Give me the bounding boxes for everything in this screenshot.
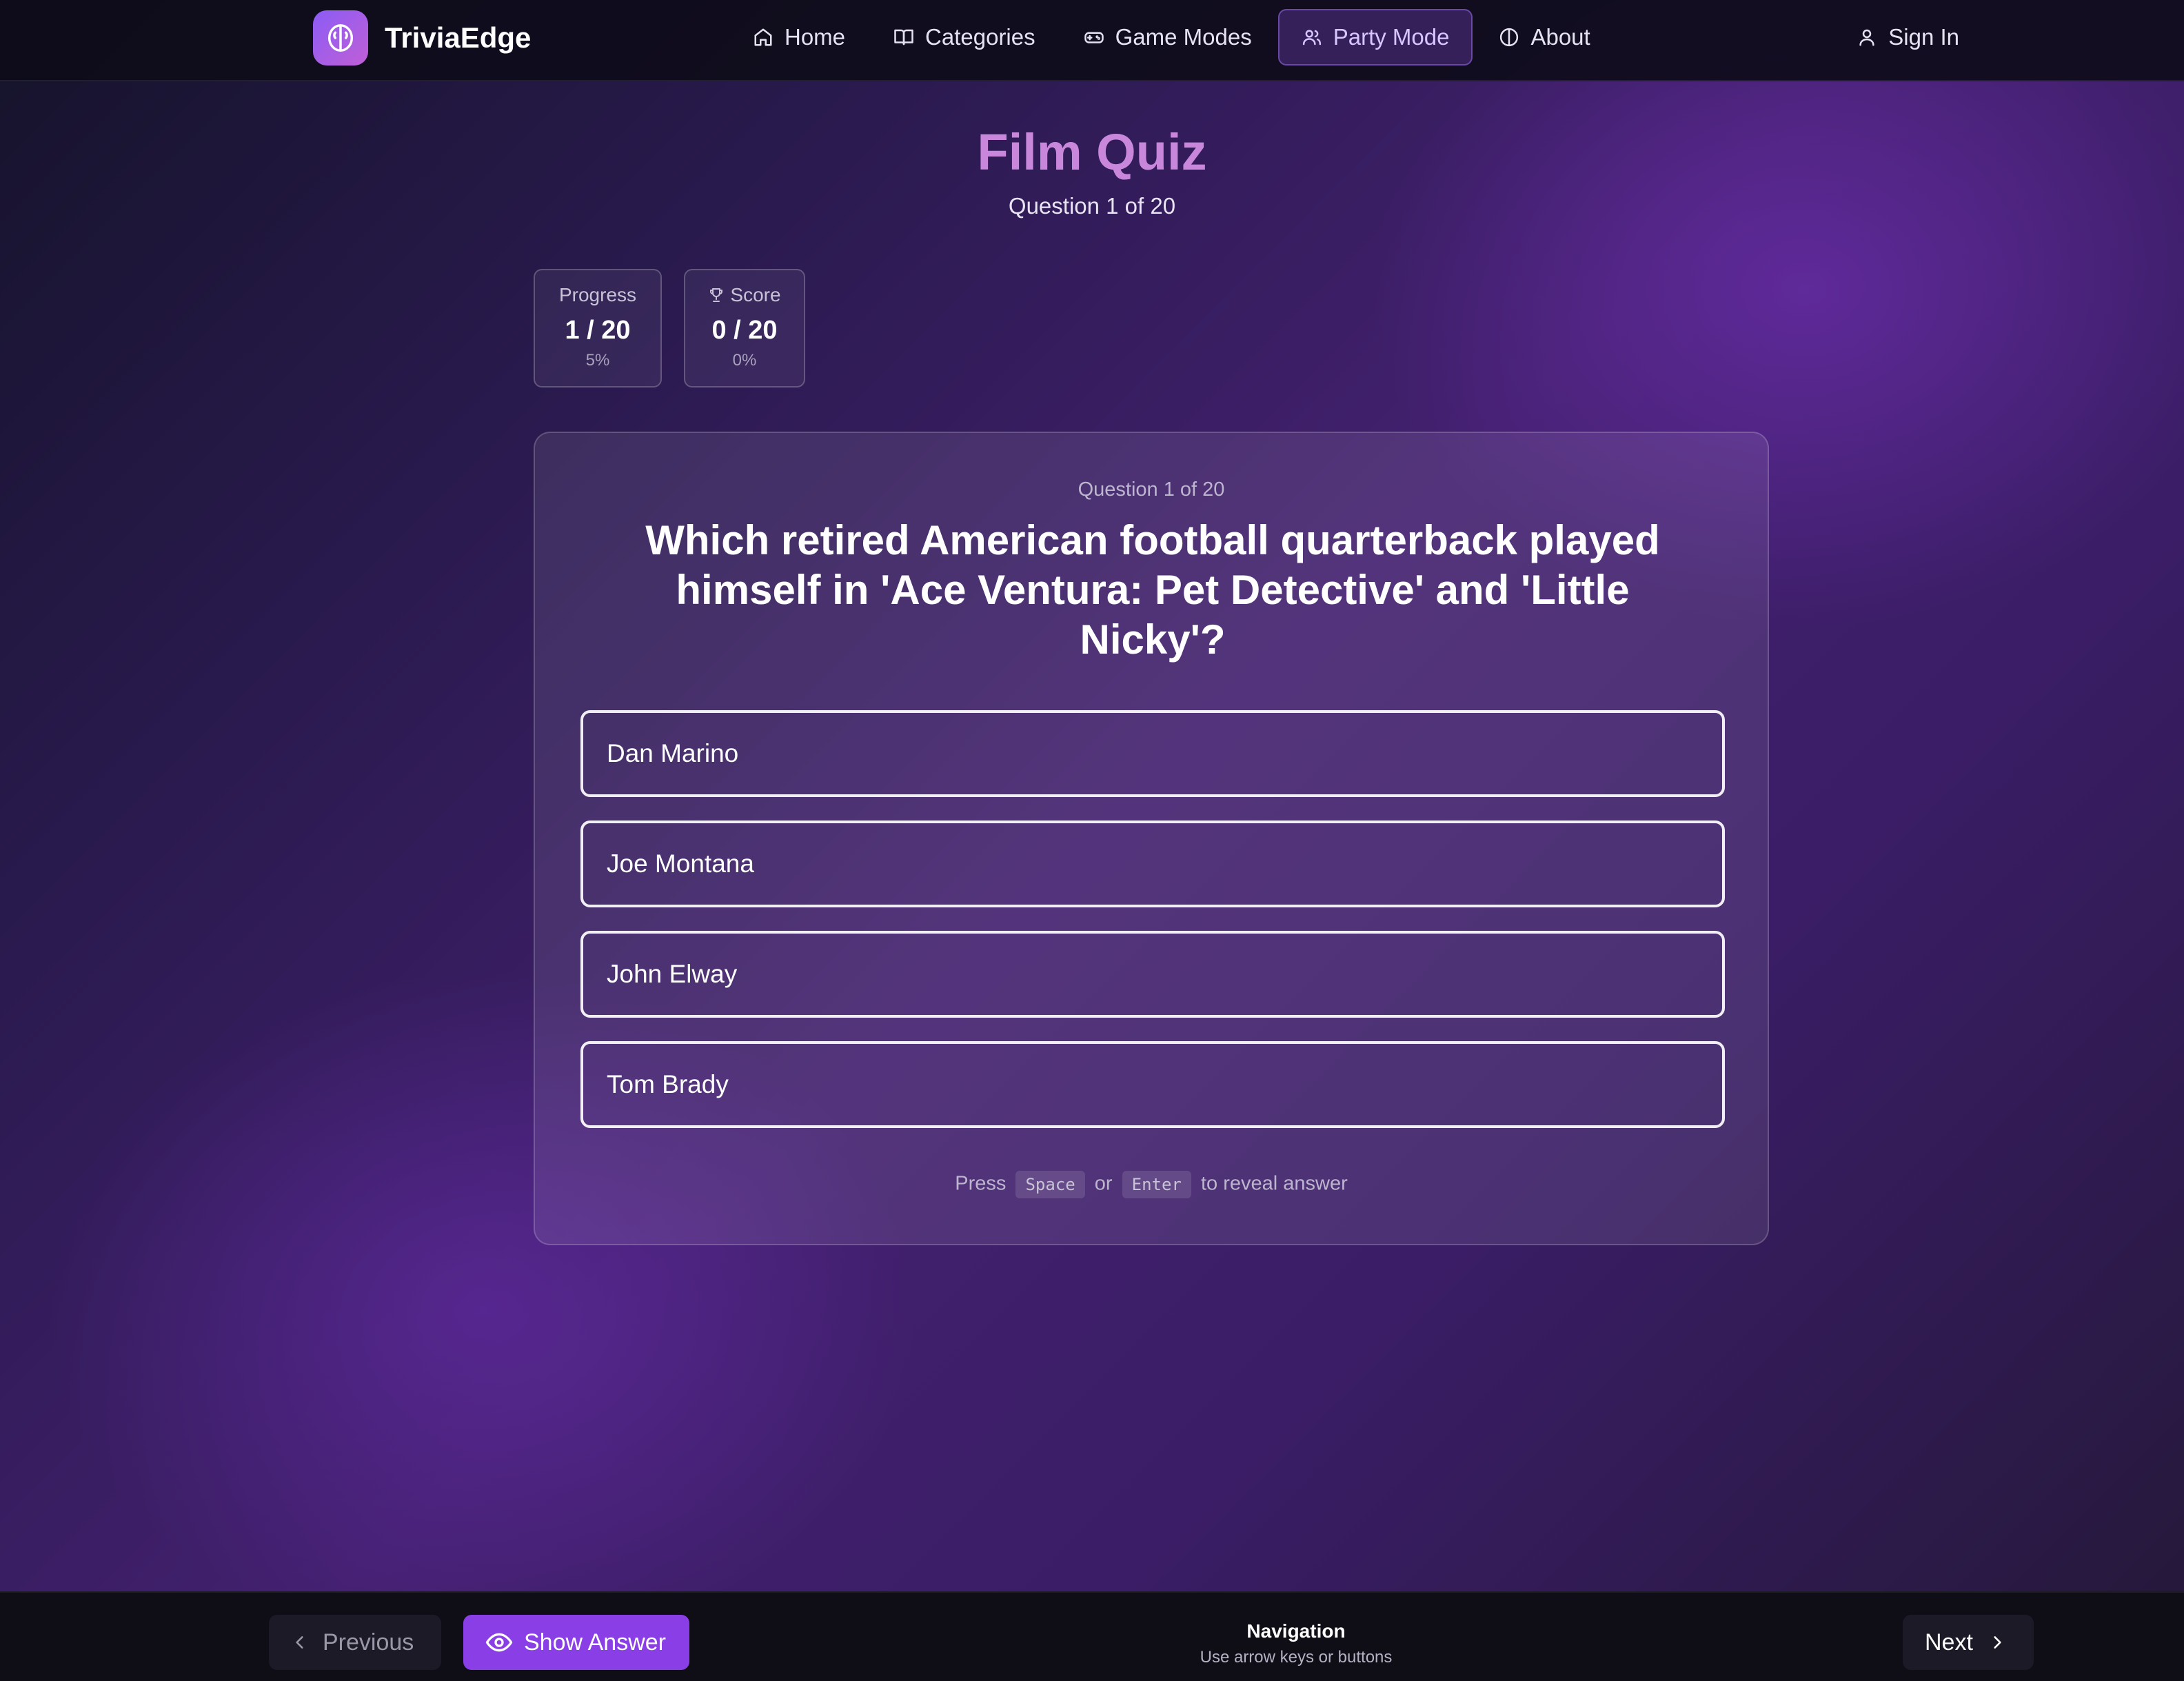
question-text: Which retired American football quarterb… bbox=[645, 517, 1660, 663]
brand-name: TriviaEdge bbox=[385, 21, 532, 54]
nav-home-label: Home bbox=[785, 24, 846, 50]
page-subtitle: Question 1 of 20 bbox=[1008, 193, 1176, 219]
nav-categories[interactable]: Categories bbox=[871, 9, 1058, 66]
score-card: Score 0 / 20 0% bbox=[684, 269, 805, 387]
main-nav: Home Categories Game Modes Party Mode Ab… bbox=[731, 8, 1617, 66]
trophy-icon bbox=[710, 288, 723, 302]
nav-party-mode-label: Party Mode bbox=[1333, 24, 1450, 50]
hint-or: or bbox=[1094, 1172, 1113, 1195]
info-icon bbox=[1500, 28, 1519, 47]
nav-about-label: About bbox=[1530, 24, 1590, 50]
score-label: Score bbox=[730, 284, 781, 305]
hint-suffix: to reveal answer bbox=[1200, 1172, 1348, 1195]
nav-home[interactable]: Home bbox=[731, 9, 867, 66]
answer-option-1[interactable]: Dan Marino bbox=[580, 710, 1725, 797]
question-card: Question 1 of 20 Which retired American … bbox=[534, 432, 1769, 1245]
answer-option-label: Dan Marino bbox=[607, 739, 739, 767]
space-key: Space bbox=[1015, 1171, 1085, 1198]
brain-icon bbox=[313, 10, 368, 66]
previous-label: Previous bbox=[323, 1629, 414, 1655]
progress-label: Progress bbox=[558, 284, 637, 305]
next-label: Next bbox=[1925, 1629, 1973, 1655]
show-answer-button[interactable]: Show Answer bbox=[463, 1615, 689, 1670]
bottom-nav-bar: Previous Show Answer Navigation Use arro… bbox=[0, 1591, 2184, 1681]
answer-option-label: Tom Brady bbox=[607, 1070, 729, 1098]
nav-categories-label: Categories bbox=[925, 24, 1035, 50]
sign-in-link[interactable]: Sign In bbox=[1846, 8, 1970, 66]
hint-press: Press bbox=[955, 1172, 1007, 1195]
user-icon bbox=[1859, 29, 1874, 46]
question-counter: Question 1 of 20 bbox=[1078, 479, 1225, 501]
chevron-right-icon bbox=[1994, 1636, 2001, 1649]
score-value: 0 / 20 bbox=[711, 316, 778, 345]
answer-option-label: Joe Montana bbox=[607, 849, 754, 878]
reveal-hint: Press Space or Enter to reveal answer bbox=[535, 1171, 1768, 1198]
book-icon bbox=[894, 29, 913, 46]
previous-button[interactable]: Previous bbox=[269, 1615, 441, 1670]
next-button[interactable]: Next bbox=[1903, 1615, 2034, 1670]
answer-option-3[interactable]: John Elway bbox=[580, 931, 1725, 1018]
navigation-info: Navigation Use arrow keys or buttons bbox=[1103, 1620, 1489, 1667]
nav-about[interactable]: About bbox=[1477, 9, 1612, 66]
eye-icon bbox=[485, 1633, 513, 1652]
chevron-left-icon bbox=[296, 1636, 303, 1649]
enter-key: Enter bbox=[1122, 1171, 1191, 1198]
nav-game-modes[interactable]: Game Modes bbox=[1062, 9, 1274, 66]
page-title: Film Quiz bbox=[977, 123, 1207, 181]
score-percent: 0% bbox=[732, 351, 757, 370]
answer-option-2[interactable]: Joe Montana bbox=[580, 821, 1725, 907]
progress-card: Progress 1 / 20 5% bbox=[534, 269, 662, 387]
gamepad-icon bbox=[1084, 32, 1104, 43]
sign-in-label: Sign In bbox=[1888, 24, 1959, 50]
progress-percent: 5% bbox=[585, 351, 610, 370]
nav-party-mode[interactable]: Party Mode bbox=[1277, 9, 1473, 66]
home-icon bbox=[754, 28, 772, 46]
navigation-title: Navigation bbox=[1246, 1620, 1346, 1642]
score-label-row: Score bbox=[685, 284, 804, 306]
show-answer-label: Show Answer bbox=[524, 1629, 666, 1655]
users-icon bbox=[1302, 30, 1321, 46]
top-nav-bar: TriviaEdge Home Categories Game Modes Pa… bbox=[0, 0, 2184, 81]
answer-option-4[interactable]: Tom Brady bbox=[580, 1041, 1725, 1128]
brand[interactable]: TriviaEdge bbox=[313, 10, 531, 66]
nav-game-modes-label: Game Modes bbox=[1115, 24, 1252, 50]
navigation-subtitle: Use arrow keys or buttons bbox=[1200, 1648, 1393, 1667]
progress-value: 1 / 20 bbox=[565, 316, 631, 345]
answer-option-label: John Elway bbox=[607, 960, 738, 988]
